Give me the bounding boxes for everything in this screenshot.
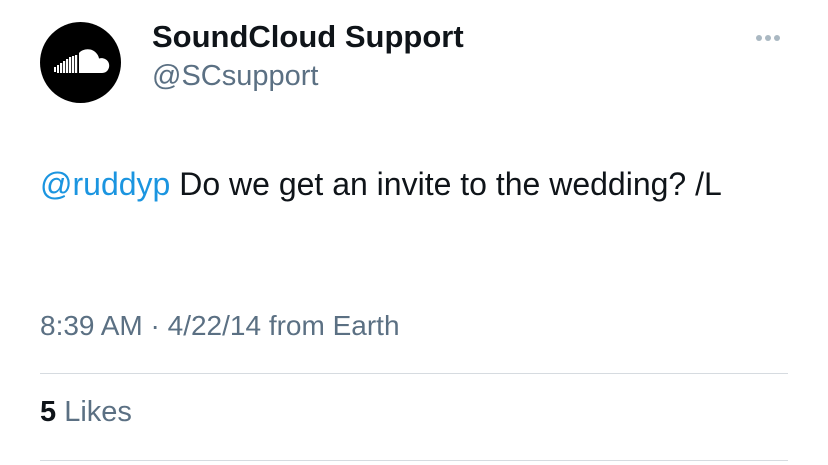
meta-separator: ·	[150, 310, 160, 341]
tweet-body: Do we get an invite to the wedding? /L	[170, 166, 722, 202]
tweet-source: from Earth	[268, 310, 400, 341]
author-display-name[interactable]: SoundCloud Support	[152, 19, 464, 55]
soundcloud-logo-icon	[54, 49, 110, 73]
likes-label: Likes	[64, 396, 132, 428]
divider	[40, 460, 788, 461]
tweet-text: @ruddyp Do we get an invite to the weddi…	[40, 160, 780, 208]
tweet-date[interactable]: 4/22/14	[168, 310, 261, 341]
tweet-card: SoundCloud Support @SCsupport @ruddyp Do…	[0, 0, 828, 465]
divider	[40, 373, 788, 374]
likes-count: 5	[40, 396, 57, 428]
author-handle[interactable]: @SCsupport	[152, 60, 318, 93]
more-options-icon[interactable]	[751, 28, 791, 48]
mention-link[interactable]: @ruddyp	[40, 166, 170, 202]
tweet-time[interactable]: 8:39 AM	[40, 310, 143, 341]
tweet-meta: 8:39 AM · 4/22/14 from Earth	[40, 310, 400, 342]
avatar[interactable]	[40, 22, 121, 103]
likes-stat[interactable]: 5 Likes	[40, 396, 132, 429]
